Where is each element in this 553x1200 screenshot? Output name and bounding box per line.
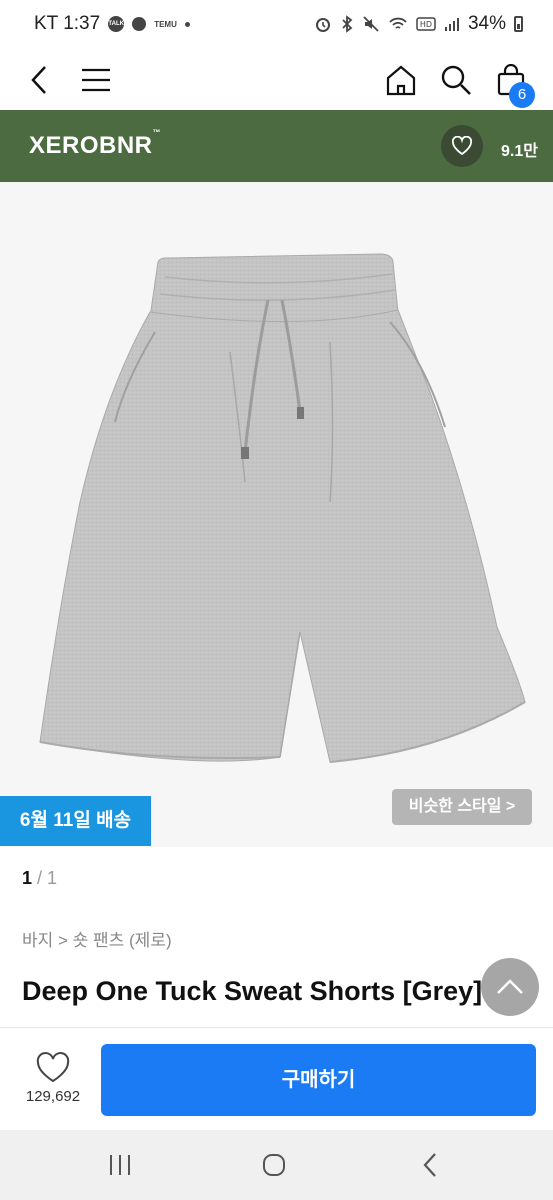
home-circle-icon bbox=[263, 1154, 285, 1176]
purchase-bar: 129,692 구매하기 bbox=[0, 1027, 553, 1131]
home-nav-button[interactable] bbox=[254, 1148, 294, 1182]
home-button[interactable] bbox=[379, 58, 423, 102]
hamburger-icon bbox=[82, 68, 110, 92]
brand-logo[interactable]: XEROBNR™ bbox=[29, 128, 161, 160]
svg-text:HD: HD bbox=[420, 20, 432, 29]
product-title: Deep One Tuck Sweat Shorts [Grey] bbox=[22, 976, 483, 1006]
recent-apps-icon bbox=[110, 1155, 130, 1175]
bluetooth-icon bbox=[342, 15, 353, 33]
image-counter-total: / 1 bbox=[32, 868, 58, 888]
wishlist-button[interactable]: 129,692 bbox=[15, 1050, 91, 1116]
back-nav-button[interactable] bbox=[410, 1148, 450, 1182]
image-counter-current: 1 bbox=[22, 868, 33, 888]
kakaotalk-icon: TALK bbox=[108, 16, 125, 32]
scroll-to-top-button[interactable] bbox=[481, 958, 539, 1016]
shorts-image bbox=[39, 253, 526, 763]
battery-percent: 34% bbox=[467, 13, 506, 34]
signal-icon bbox=[444, 18, 459, 31]
category-breadcrumb[interactable]: 바지 > 숏 팬츠 (제로) bbox=[22, 926, 172, 951]
carrier-time: KT 1:37 bbox=[34, 13, 101, 34]
alarm-icon bbox=[315, 18, 330, 32]
hd-icon: HD bbox=[416, 17, 436, 31]
wifi-icon bbox=[389, 17, 407, 29]
brand-like-button[interactable] bbox=[441, 125, 483, 167]
brand-like-count: 9.1만 bbox=[501, 143, 538, 160]
buy-button[interactable]: 구매하기 bbox=[101, 1044, 536, 1116]
delivery-date-banner: 6월 11일 배송 bbox=[0, 796, 151, 846]
mute-icon bbox=[363, 16, 379, 32]
menu-button[interactable] bbox=[74, 58, 118, 102]
recent-apps-button[interactable] bbox=[100, 1148, 140, 1182]
heart-outline-icon bbox=[36, 1052, 70, 1083]
app-nav-bar: 6 bbox=[0, 50, 553, 110]
brand-bar[interactable]: XEROBNR™ 9.1만 bbox=[0, 110, 553, 182]
back-button[interactable] bbox=[18, 58, 62, 102]
status-bar: KT 1:37 TALK TEMU HD 34% bbox=[0, 0, 553, 50]
product-image[interactable]: 비슷한 스타일 > bbox=[0, 182, 553, 847]
trademark-mark: ™ bbox=[152, 128, 162, 137]
brand-name: XEROBNR bbox=[29, 132, 153, 159]
home-icon bbox=[386, 65, 416, 96]
search-icon bbox=[441, 65, 471, 95]
temu-icon: TEMU bbox=[154, 19, 177, 29]
cart-button[interactable]: 6 bbox=[489, 58, 535, 108]
search-button[interactable] bbox=[434, 58, 478, 102]
heart-icon bbox=[451, 136, 473, 156]
chevron-up-icon bbox=[497, 979, 523, 994]
system-nav-bar bbox=[0, 1130, 553, 1200]
more-notifications-icon bbox=[184, 21, 190, 27]
back-chevron-icon bbox=[423, 1153, 436, 1177]
battery-icon bbox=[514, 16, 523, 32]
pill-icon bbox=[132, 17, 147, 31]
similar-style-button[interactable]: 비슷한 스타일 > bbox=[392, 789, 532, 825]
image-counter: 1 / 1 bbox=[22, 868, 57, 889]
cart-count-badge: 6 bbox=[509, 82, 535, 108]
chevron-left-icon bbox=[31, 66, 46, 94]
wishlist-count: 129,692 bbox=[25, 1088, 81, 1105]
